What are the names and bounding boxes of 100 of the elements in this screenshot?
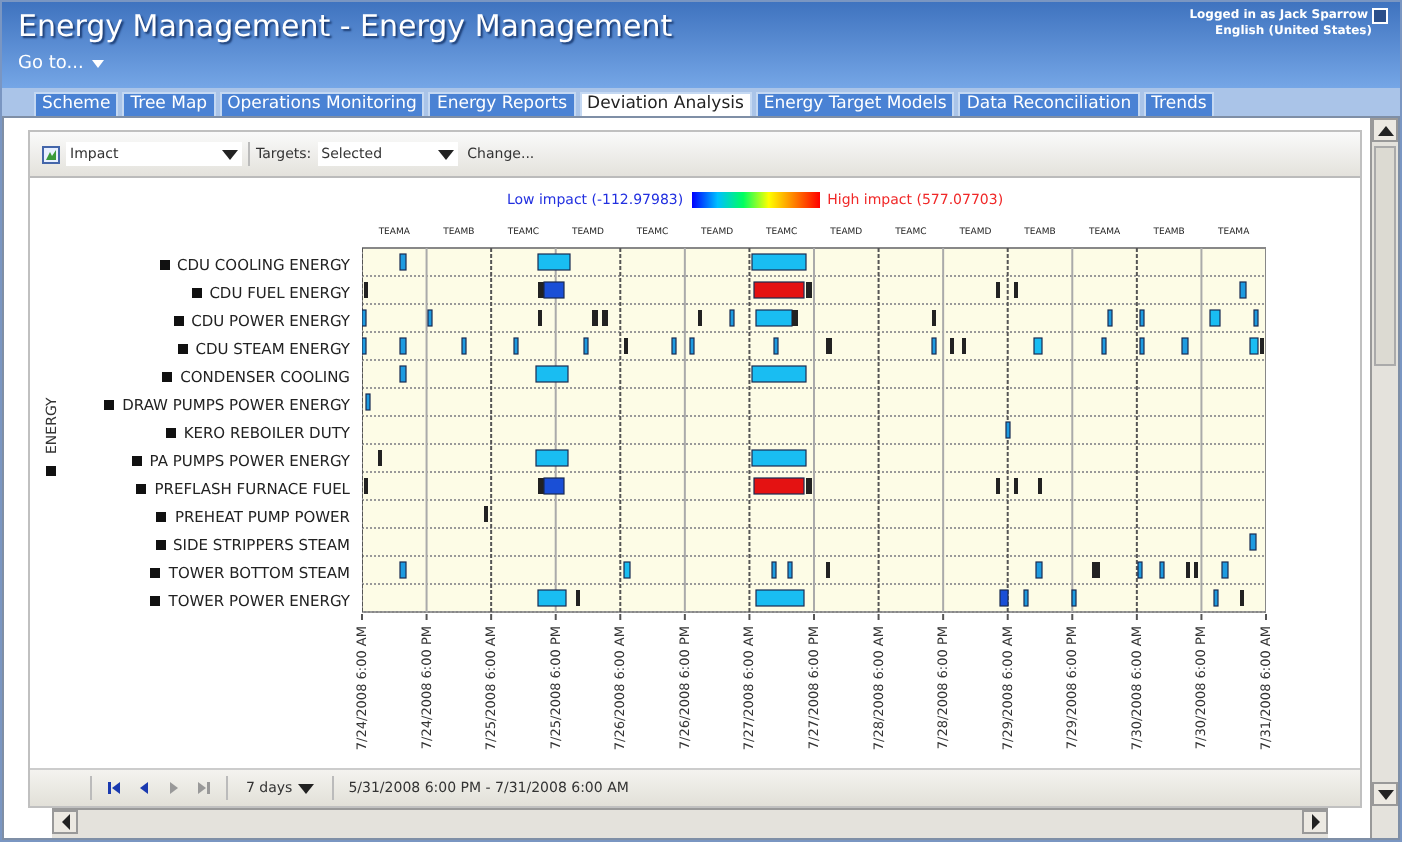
tab[interactable]: Scheme — [34, 92, 119, 116]
deviation-bar — [826, 338, 832, 354]
legend-marker — [162, 371, 173, 381]
legend-marker — [155, 539, 166, 549]
legend-marker — [191, 287, 202, 297]
deviation-bar — [513, 337, 519, 355]
next-page-button[interactable] — [166, 780, 182, 796]
deviation-bar — [399, 365, 407, 383]
last-page-button[interactable] — [196, 780, 212, 796]
color-scale — [691, 192, 820, 208]
tab[interactable]: Energy Reports — [428, 92, 576, 116]
deviation-bar — [1139, 337, 1145, 355]
deviation-bar — [535, 365, 569, 383]
deviation-bar — [427, 309, 433, 327]
caret-icon — [222, 146, 238, 162]
deviation-bar — [399, 561, 407, 579]
axis-tick — [1265, 613, 1267, 621]
deviation-bar — [583, 337, 589, 355]
window-title: Energy Management - Energy Management — [18, 8, 675, 44]
deviation-bar — [362, 309, 367, 327]
deviation-bar — [1253, 309, 1259, 327]
arrow-icon — [1377, 122, 1393, 138]
chart-icon[interactable] — [42, 145, 60, 163]
legend-marker — [45, 465, 55, 475]
deviation-bar — [537, 253, 571, 271]
window-button[interactable] — [1372, 8, 1388, 24]
legend-marker — [136, 483, 147, 493]
deviation-bar — [751, 449, 807, 467]
deviation-bar — [1071, 589, 1077, 607]
deviation-bar — [1033, 337, 1043, 355]
tab[interactable]: Data Reconciliation — [958, 92, 1140, 116]
deviation-bar — [399, 253, 407, 271]
arrow-icon — [57, 814, 73, 830]
deviation-bar — [1139, 309, 1145, 327]
deviation-bar — [1181, 337, 1189, 355]
caret-icon — [91, 60, 104, 68]
scrollbar-thumb[interactable] — [1374, 146, 1396, 366]
deviation-bar — [771, 561, 777, 579]
deviation-bar — [1092, 562, 1100, 578]
legend-marker — [104, 399, 115, 409]
deviation-bar — [1107, 309, 1113, 327]
legend-marker — [150, 567, 161, 577]
deviation-bar — [461, 337, 467, 355]
deviation-bar — [535, 449, 569, 467]
tab[interactable]: Operations Monitoring — [219, 92, 425, 116]
legend-marker — [131, 455, 142, 465]
deviation-bar — [1035, 561, 1043, 579]
deviation-bar — [537, 589, 567, 607]
legend-marker — [173, 315, 184, 325]
deviation-bar — [1005, 421, 1011, 439]
deviation-bar — [1249, 533, 1257, 551]
deviation-bar — [1137, 561, 1143, 579]
axis-tick — [1200, 613, 1203, 621]
deviation-bar — [1101, 337, 1107, 355]
axis-tick — [425, 613, 428, 621]
arrow-icon — [1307, 814, 1323, 830]
legend-marker — [156, 511, 167, 521]
deviation-bar — [362, 337, 367, 355]
vertical-scrollbar[interactable] — [1370, 118, 1398, 838]
deviation-bar — [365, 393, 371, 411]
deviation-bar — [773, 337, 779, 355]
goto-menu[interactable]: Go to... — [18, 54, 104, 74]
deviation-bar — [1209, 309, 1221, 327]
tab[interactable]: Deviation Analysis — [579, 92, 752, 116]
deviation-bar — [399, 337, 407, 355]
deviation-bar — [602, 310, 608, 326]
deviation-bar — [1239, 281, 1247, 299]
deviation-bar — [1221, 561, 1229, 579]
tab[interactable]: Tree Map — [122, 92, 216, 116]
deviation-bar — [1159, 561, 1165, 579]
arrow-icon — [1377, 786, 1393, 802]
axis-tick — [1071, 613, 1074, 621]
deviation-bar — [931, 337, 937, 355]
first-page-button[interactable] — [106, 780, 122, 796]
deviation-bar — [751, 253, 807, 271]
deviation-bar — [592, 310, 598, 326]
axis-tick — [813, 613, 815, 621]
tab[interactable]: Trends — [1143, 92, 1215, 116]
caret-icon — [298, 780, 315, 796]
deviation-bar — [671, 337, 677, 355]
deviation-bar — [755, 589, 805, 607]
previous-page-button[interactable] — [136, 780, 152, 796]
legend-marker — [159, 259, 170, 269]
deviation-bar — [787, 561, 793, 579]
legend-marker — [150, 595, 161, 605]
axis-tick — [683, 613, 686, 621]
axis-tick — [554, 613, 557, 621]
legend-marker — [165, 427, 176, 437]
deviation-bar — [689, 337, 695, 355]
deviation-bar — [999, 589, 1009, 607]
axis-tick — [942, 613, 945, 621]
legend-marker — [177, 343, 188, 353]
horizontal-scrollbar[interactable] — [52, 808, 1328, 838]
deviation-bar — [623, 561, 631, 579]
tab[interactable]: Energy Target Models — [755, 92, 955, 116]
deviation-bar — [751, 365, 807, 383]
caret-icon — [437, 146, 454, 162]
deviation-bar — [729, 309, 735, 327]
deviation-bar — [1213, 589, 1219, 607]
deviation-bar — [1023, 589, 1029, 607]
